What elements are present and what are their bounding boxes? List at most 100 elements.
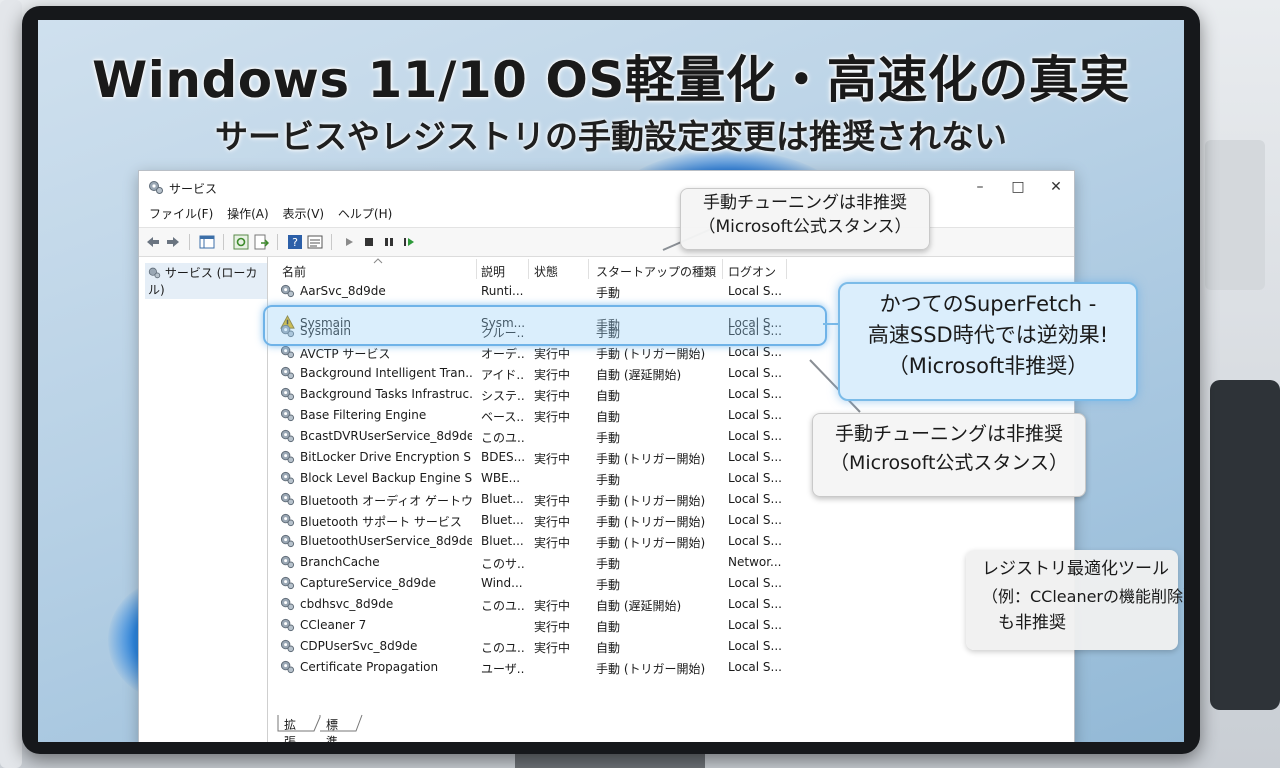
cell-startup: 手動 (トリガー開始) (596, 494, 706, 508)
table-row[interactable]: AarSvc_8d9de Runti... 手動 Local S... (276, 281, 796, 302)
cell-desc: ベース... (481, 410, 525, 424)
refresh-icon[interactable] (233, 234, 249, 250)
cell-status: 実行中 (534, 347, 571, 361)
cell-status: 実行中 (534, 494, 571, 508)
help-icon[interactable]: ? (287, 234, 303, 250)
start-service-icon[interactable] (341, 234, 357, 250)
table-row[interactable]: Bluetooth オーディオ ゲートウェイ... Bluet... 実行中 手動 (… (276, 489, 796, 510)
table-row[interactable]: Bluetooth サポート サービス Bluet... 実行中 手動 (トリガー開始… (276, 510, 796, 531)
service-gear-icon (280, 429, 295, 443)
menu-file[interactable]: ファイル(F) (149, 203, 213, 225)
menu-action[interactable]: 操作(A) (227, 203, 269, 225)
pause-service-icon[interactable] (381, 234, 397, 250)
menu-help[interactable]: ヘルプ(H) (338, 203, 392, 225)
services-gear-icon (148, 267, 161, 279)
cell-status: 実行中 (534, 410, 571, 424)
column-divider[interactable] (786, 259, 787, 279)
cell-name: CDPUserSvc_8d9de (300, 639, 418, 653)
table-row[interactable]: cbdhsvc_8d9de このユ... 実行中 自動 (遅延開始) Local S..… (276, 594, 796, 615)
table-row[interactable]: CaptureService_8d9de Wind... 手動 Local S... (276, 573, 796, 594)
tree-item-services-local[interactable]: サービス (ローカル) (145, 263, 267, 299)
cell-startup: 自動 (遅延開始) (596, 599, 682, 613)
callout-middle: 手動チューニングは非推奨 （Microsoft公式スタンス） (812, 413, 1086, 497)
tab-standard[interactable]: 標準 (326, 716, 338, 742)
service-gear-icon (280, 576, 295, 590)
cell-desc: Bluet... (481, 534, 524, 548)
minimize-button[interactable]: – (961, 176, 999, 198)
cell-logon: Local S... (728, 345, 782, 359)
table-row[interactable]: Block Level Backup Engine S... WBE... 手動 Lo… (276, 468, 796, 489)
cell-status: 実行中 (534, 536, 571, 550)
export-list-icon[interactable] (253, 234, 269, 250)
cell-startup: 手動 (596, 578, 621, 592)
table-row[interactable]: CDPUserSvc_8d9de このユ... 実行中 自動 Local S... (276, 636, 796, 657)
forward-arrow-icon[interactable] (165, 234, 181, 250)
cell-desc: ユーザ... (481, 662, 525, 676)
slide-subtitle: サービスやレジストリの手動設定変更は推奨されない (215, 117, 1007, 156)
column-divider[interactable] (528, 259, 529, 279)
service-gear-icon (280, 639, 295, 653)
column-name[interactable]: 名前 (282, 263, 306, 280)
column-divider[interactable] (722, 259, 723, 279)
column-description[interactable]: 説明 (481, 263, 505, 280)
cell-logon: Local S... (728, 576, 782, 590)
table-row[interactable]: BitLocker Drive Encryption S... BDES... 実行… (276, 447, 796, 468)
cell-logon: Local S... (728, 597, 782, 611)
window-titlebar[interactable]: サービス – □ ✕ (139, 171, 1074, 203)
background-shape (0, 0, 22, 768)
menu-view[interactable]: 表示(V) (283, 203, 325, 225)
cell-startup: 手動 (トリガー開始) (596, 347, 706, 361)
cell-logon: Local S... (728, 408, 782, 422)
menu-bar: ファイル(F) 操作(A) 表示(V) ヘルプ(H) (139, 203, 1074, 225)
callout-superfetch-line1: かつてのSuperFetch - (879, 292, 1097, 316)
table-row[interactable]: Background Tasks Infrastruc... システ... 実行中 自… (276, 384, 796, 405)
svg-text:?: ? (292, 236, 298, 249)
callout-registry-line2: （例：CCleanerの機能削除） (982, 587, 1184, 606)
cell-name: CCleaner 7 (300, 618, 367, 632)
column-logon[interactable]: ログオン (728, 263, 776, 280)
cell-startup: 自動 (596, 389, 621, 403)
close-button[interactable]: ✕ (1037, 176, 1075, 198)
table-row[interactable]: Base Filtering Engine ベース... 実行中 自動 Local S.… (276, 405, 796, 426)
callout-middle-line1: 手動チューニングは非推奨 (834, 423, 1063, 445)
cell-startup: 自動 (596, 641, 621, 655)
table-row[interactable]: CCleaner 7 実行中 自動 Local S... (276, 615, 796, 636)
monitor-stand (515, 752, 705, 768)
table-row[interactable]: Certificate Propagation ユーザ... 手動 (トリガー開始)… (276, 657, 796, 678)
table-row[interactable]: BcastDVRUserService_8d9de このユ... 手動 Local S… (276, 426, 796, 447)
cell-name: cbdhsvc_8d9de (300, 597, 394, 611)
cell-desc: BDES... (481, 450, 525, 464)
service-gear-icon (280, 387, 295, 401)
table-row[interactable]: Background Intelligent Tran... アイド... 実行中 自… (276, 363, 796, 384)
console-tree-icon[interactable] (199, 234, 215, 250)
properties-icon[interactable] (307, 234, 323, 250)
cell-name: Bluetooth サポート サービス (300, 515, 462, 529)
service-gear-icon (280, 597, 295, 611)
cell-logon: Local S... (728, 513, 782, 527)
column-divider[interactable] (476, 259, 477, 279)
cell-logon: Local S... (728, 660, 782, 674)
sysmain-row-highlight (263, 305, 827, 346)
column-startup-type[interactable]: スタートアップの種類 (596, 263, 716, 280)
service-gear-icon (280, 345, 295, 359)
maximize-button[interactable]: □ (999, 176, 1037, 198)
cell-status: 実行中 (534, 389, 571, 403)
cell-desc: このユ... (481, 641, 525, 655)
column-status[interactable]: 状態 (534, 263, 558, 280)
table-row[interactable]: BluetoothUserService_8d9de Bluet... 実行中 手動 … (276, 531, 796, 552)
service-gear-icon (280, 366, 295, 380)
service-gear-icon (280, 284, 295, 298)
callout-superfetch: かつてのSuperFetch - 高速SSD時代では逆効果! （Microsof… (838, 282, 1138, 401)
cell-status: 実行中 (534, 515, 571, 529)
tab-extended[interactable]: 拡張 (284, 716, 296, 742)
callout-top-line2: （Microsoft公式スタンス） (698, 217, 912, 237)
cell-name: Block Level Backup Engine S... (300, 471, 472, 485)
back-arrow-icon[interactable] (145, 234, 161, 250)
toolbar-divider (277, 234, 278, 250)
toolbar-divider (331, 234, 332, 250)
stop-service-icon[interactable] (361, 234, 377, 250)
column-divider[interactable] (588, 259, 589, 279)
service-gear-icon (280, 408, 295, 422)
table-row[interactable]: BranchCache このサ... 手動 Networ... (276, 552, 796, 573)
restart-service-icon[interactable] (401, 234, 417, 250)
